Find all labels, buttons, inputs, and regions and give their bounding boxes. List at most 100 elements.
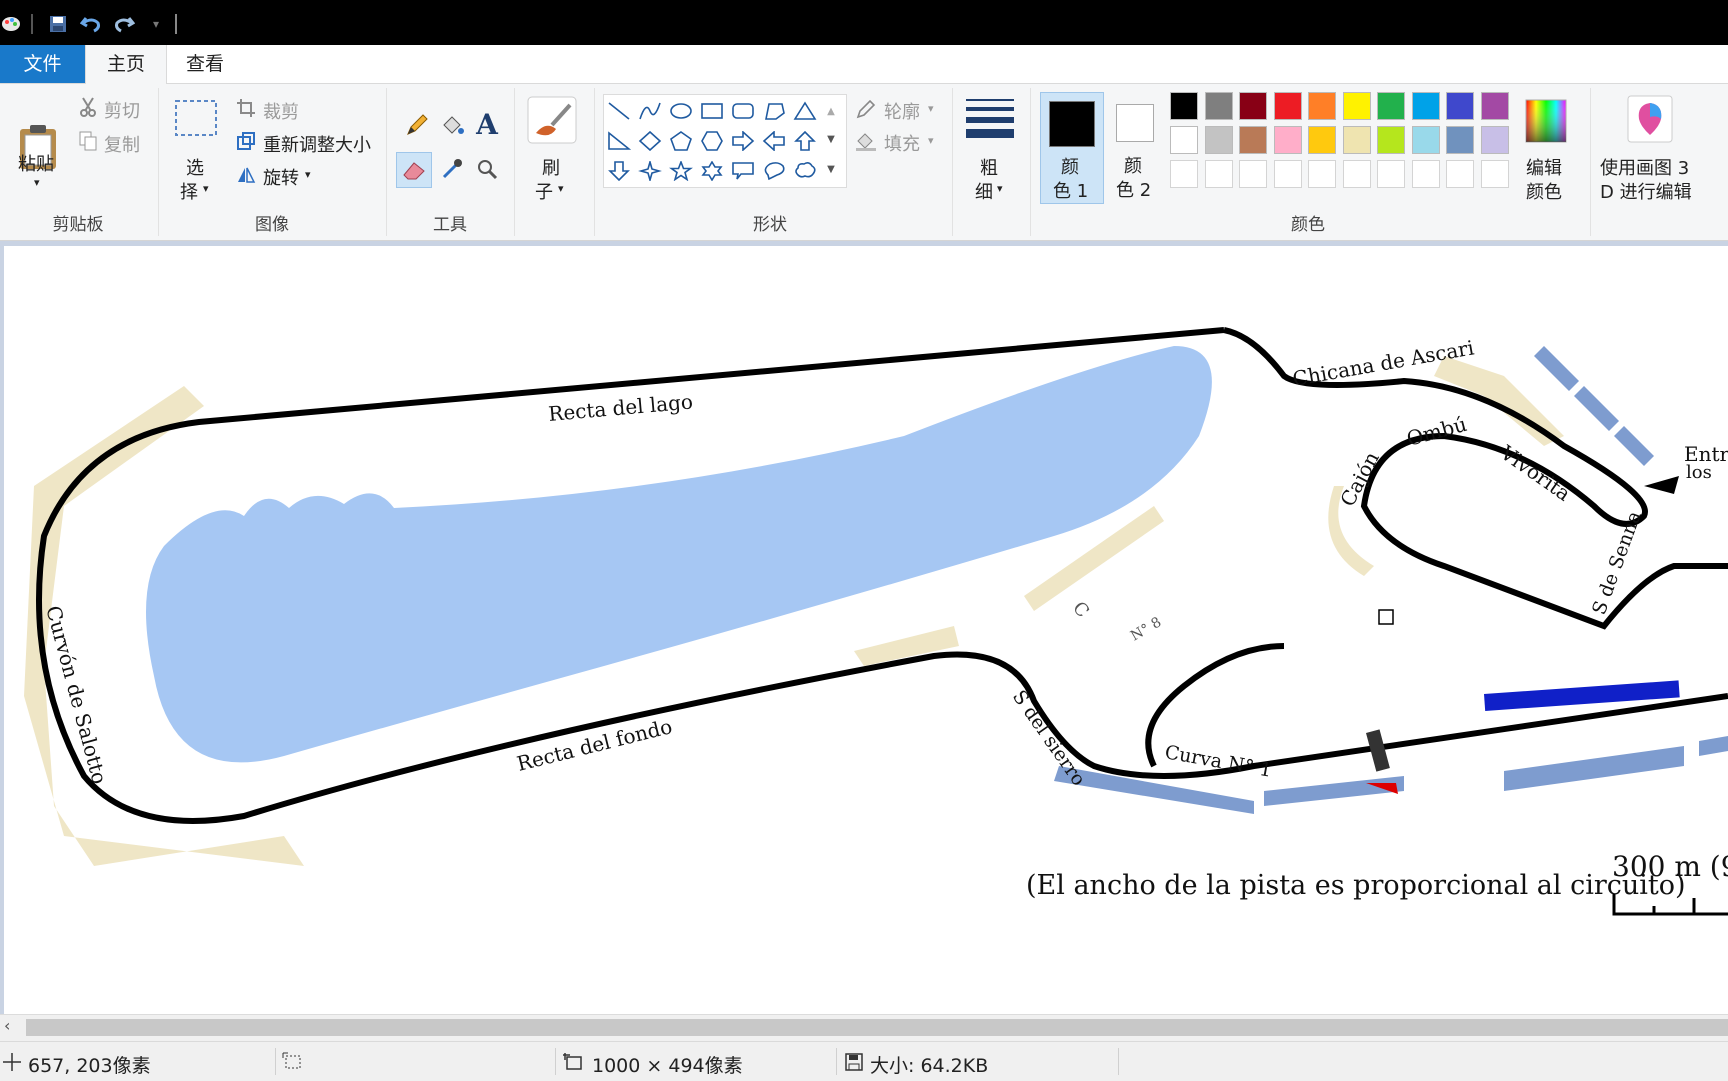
- palette-swatch[interactable]: [1480, 92, 1509, 120]
- palette-swatch[interactable]: [1308, 126, 1336, 154]
- polygon-shape-icon[interactable]: [759, 97, 789, 125]
- four-point-star-shape-icon[interactable]: [635, 157, 665, 185]
- size-label-1[interactable]: 粗: [980, 154, 998, 180]
- paint3d-icon[interactable]: [1626, 94, 1674, 144]
- palette-swatch[interactable]: [1239, 92, 1267, 120]
- five-point-star-shape-icon[interactable]: [666, 157, 696, 185]
- copy-button[interactable]: 复制: [104, 131, 140, 157]
- custom-color-slot[interactable]: [1480, 160, 1509, 188]
- custom-color-slot[interactable]: [1308, 160, 1336, 188]
- tab-home[interactable]: 主页: [85, 45, 167, 84]
- quick-access-dropdown-icon[interactable]: ▾: [145, 14, 167, 34]
- gallery-expand-icon[interactable]: ▼: [820, 155, 842, 183]
- palette-swatch[interactable]: [1446, 126, 1474, 154]
- custom-color-slot[interactable]: [1239, 160, 1267, 188]
- custom-color-slot[interactable]: [1170, 160, 1198, 188]
- hexagon-shape-icon[interactable]: [697, 127, 727, 155]
- gallery-scroll-down-icon[interactable]: ▼: [820, 125, 842, 153]
- pentagon-shape-icon[interactable]: [666, 127, 696, 155]
- scroll-left-icon[interactable]: ‹: [4, 1016, 10, 1035]
- custom-color-slot[interactable]: [1204, 160, 1233, 188]
- select-dropdown-icon[interactable]: ▾: [203, 182, 209, 195]
- rounded-rectangle-shape-icon[interactable]: [728, 97, 758, 125]
- color1-button[interactable]: 颜 色 1: [1040, 92, 1104, 204]
- rect-callout-shape-icon[interactable]: [728, 157, 758, 185]
- color-picker-tool-icon[interactable]: [437, 154, 467, 184]
- undo-icon[interactable]: [80, 14, 102, 34]
- brush-label-1[interactable]: 刷: [542, 154, 560, 180]
- paste-dropdown-icon[interactable]: ▾: [34, 176, 40, 189]
- rectangle-shape-icon[interactable]: [697, 97, 727, 125]
- custom-color-slot[interactable]: [1273, 160, 1302, 188]
- save-icon[interactable]: [47, 14, 69, 34]
- text-tool-icon[interactable]: A: [472, 108, 502, 141]
- palette-swatch[interactable]: [1342, 126, 1371, 154]
- eraser-tool-icon[interactable]: [396, 152, 432, 188]
- oval-callout-shape-icon[interactable]: [759, 157, 789, 185]
- palette-swatch[interactable]: [1342, 92, 1371, 120]
- cloud-callout-shape-icon[interactable]: [790, 157, 820, 185]
- paint-app-icon[interactable]: [0, 14, 22, 34]
- horizontal-scrollbar[interactable]: ‹: [0, 1014, 1728, 1041]
- outline-button[interactable]: 轮廓: [884, 98, 920, 124]
- color2-button[interactable]: 颜 色 2: [1108, 92, 1164, 204]
- edit-colors-label-2[interactable]: 颜色: [1526, 178, 1562, 204]
- palette-swatch[interactable]: [1411, 126, 1440, 154]
- brush-icon[interactable]: [524, 94, 580, 146]
- paint3d-label-2[interactable]: D 进行编辑: [1600, 178, 1692, 204]
- up-arrow-shape-icon[interactable]: [790, 127, 820, 155]
- palette-swatch[interactable]: [1377, 92, 1405, 120]
- fill-button[interactable]: 填充: [884, 130, 920, 156]
- cut-button[interactable]: 剪切: [104, 97, 140, 123]
- palette-swatch[interactable]: [1273, 92, 1302, 120]
- magnifier-tool-icon[interactable]: [472, 154, 502, 184]
- gallery-scroll-up-icon[interactable]: ▲: [820, 97, 842, 125]
- palette-swatch[interactable]: [1446, 92, 1474, 120]
- right-arrow-shape-icon[interactable]: [728, 127, 758, 155]
- palette-swatch[interactable]: [1411, 92, 1440, 120]
- select-label-1[interactable]: 选: [186, 154, 204, 180]
- custom-color-slot[interactable]: [1342, 160, 1371, 188]
- size-dropdown-icon[interactable]: ▾: [997, 182, 1003, 195]
- rotate-dropdown-icon[interactable]: ▾: [305, 168, 311, 181]
- crop-button[interactable]: 裁剪: [263, 98, 299, 124]
- fill-dropdown-icon[interactable]: ▾: [928, 134, 934, 147]
- palette-swatch[interactable]: [1273, 126, 1302, 154]
- curve-shape-icon[interactable]: [635, 97, 665, 125]
- six-point-star-shape-icon[interactable]: [697, 157, 727, 185]
- select-label-2[interactable]: 择: [180, 178, 198, 204]
- brush-label-2[interactable]: 子: [535, 178, 553, 204]
- palette-swatch[interactable]: [1170, 92, 1198, 120]
- oval-shape-icon[interactable]: [666, 97, 696, 125]
- drawing-canvas[interactable]: Recta del lago Recta del fondo Curvón de…: [4, 246, 1728, 1014]
- pencil-tool-icon[interactable]: [402, 110, 432, 140]
- palette-swatch[interactable]: [1239, 126, 1267, 154]
- redo-icon[interactable]: [113, 14, 135, 34]
- paint3d-label-1[interactable]: 使用画图 3: [1600, 154, 1689, 180]
- edit-colors-label-1[interactable]: 编辑: [1526, 154, 1562, 180]
- line-shape-icon[interactable]: [604, 97, 634, 125]
- down-arrow-shape-icon[interactable]: [604, 157, 634, 185]
- palette-swatch[interactable]: [1308, 92, 1336, 120]
- resize-button[interactable]: 重新调整大小: [263, 131, 371, 157]
- brush-dropdown-icon[interactable]: ▾: [558, 182, 564, 195]
- triangle-shape-icon[interactable]: [790, 97, 820, 125]
- size-label-2[interactable]: 细: [975, 178, 993, 204]
- outline-dropdown-icon[interactable]: ▾: [928, 102, 934, 115]
- fill-bucket-tool-icon[interactable]: [437, 110, 467, 140]
- palette-swatch[interactable]: [1377, 126, 1405, 154]
- palette-swatch[interactable]: [1204, 126, 1233, 154]
- palette-swatch[interactable]: [1204, 92, 1233, 120]
- custom-color-slot[interactable]: [1377, 160, 1405, 188]
- rotate-button[interactable]: 旋转: [263, 164, 299, 190]
- right-triangle-shape-icon[interactable]: [604, 127, 634, 155]
- tab-file[interactable]: 文件: [0, 45, 85, 83]
- left-arrow-shape-icon[interactable]: [759, 127, 789, 155]
- custom-color-slot[interactable]: [1411, 160, 1440, 188]
- edit-colors-icon[interactable]: [1522, 96, 1570, 146]
- diamond-shape-icon[interactable]: [635, 127, 665, 155]
- palette-swatch[interactable]: [1170, 126, 1198, 154]
- custom-color-slot[interactable]: [1446, 160, 1474, 188]
- tab-view[interactable]: 查看: [170, 45, 240, 83]
- scrollbar-thumb[interactable]: [26, 1019, 1728, 1036]
